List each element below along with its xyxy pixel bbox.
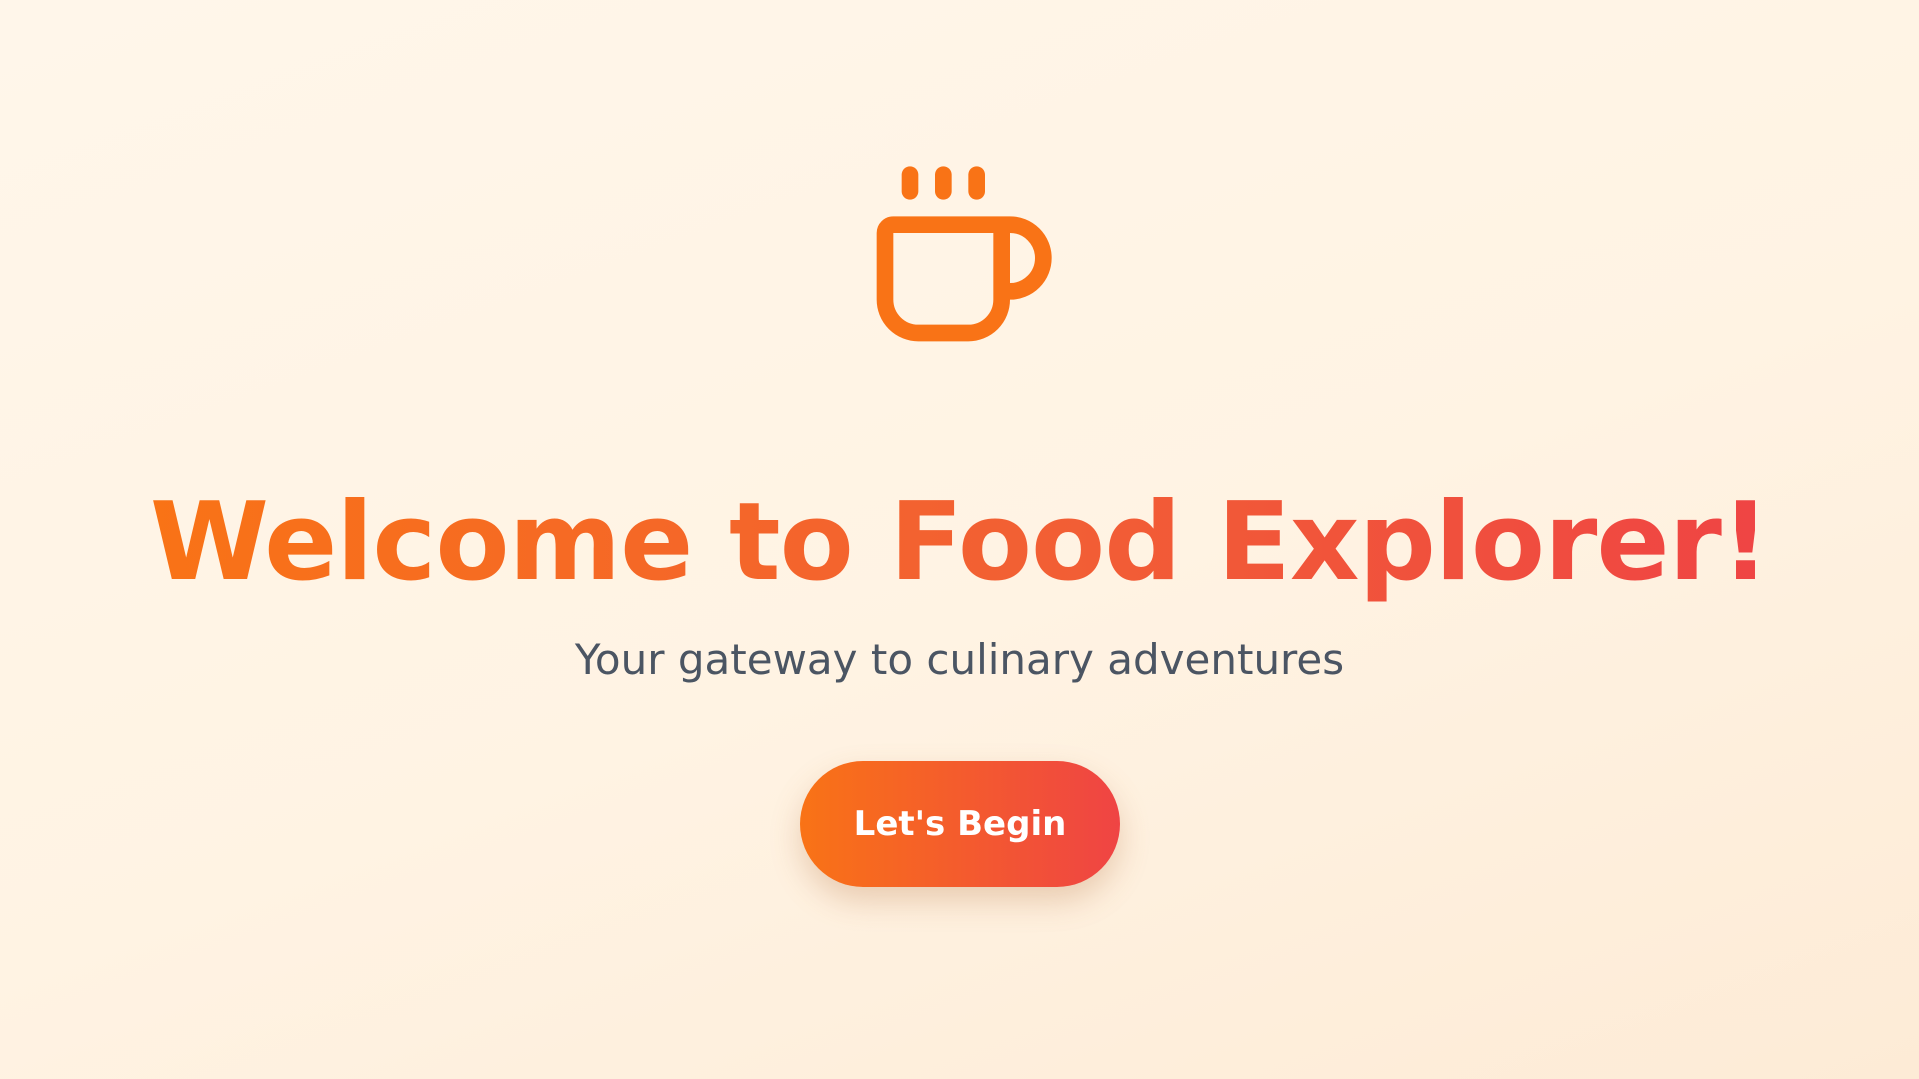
- page-subtitle: Your gateway to culinary adventures: [574, 635, 1345, 684]
- page-title-text: Welcome to Food Explorer!: [149, 480, 1770, 605]
- coffee-cup-icon: [876, 166, 1052, 342]
- page-title: Welcome to Food Explorer!: [0, 478, 1919, 608]
- welcome-screen: Welcome to Food Explorer! Your gateway t…: [0, 0, 1919, 1079]
- lets-begin-button[interactable]: Let's Begin: [800, 761, 1120, 887]
